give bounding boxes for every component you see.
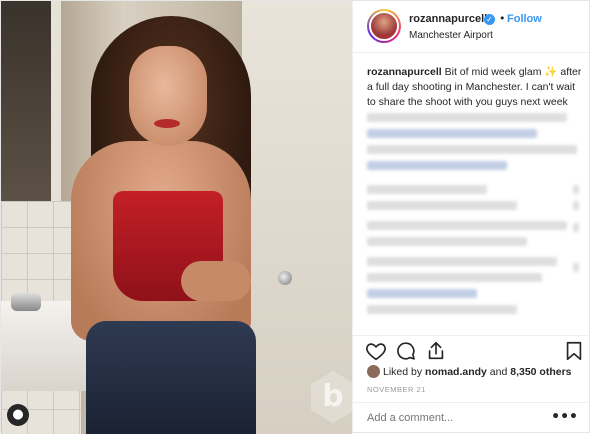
comment-icon[interactable] — [395, 340, 417, 362]
arm — [181, 261, 251, 301]
likes-middle: and — [486, 366, 511, 378]
jeans — [86, 321, 256, 434]
caption: rozannapurcell Bit of mid week glam ✨ af… — [367, 65, 585, 110]
heart-icon[interactable] — [365, 340, 387, 362]
post-header: rozannapurcell ✓ • Follow Manchester Air… — [353, 1, 590, 53]
door-knob — [278, 271, 292, 285]
avatar[interactable] — [367, 9, 401, 43]
user-tag-icon[interactable]: ● — [7, 404, 29, 426]
tap — [11, 293, 41, 311]
likes-line: Liked by nomad.andy and 8,350 others — [367, 365, 572, 378]
share-icon[interactable] — [425, 340, 447, 362]
instagram-post: ● b rozannapurcell ✓ • Follow Manchester… — [0, 0, 590, 434]
post-side-panel: rozannapurcell ✓ • Follow Manchester Air… — [352, 1, 590, 434]
liker-avatar[interactable] — [367, 365, 380, 378]
verified-badge-icon: ✓ — [484, 14, 495, 25]
location-link[interactable]: Manchester Airport — [409, 30, 493, 41]
comment-bar: ••• — [353, 402, 590, 434]
liker-username[interactable]: nomad.andy — [425, 366, 487, 378]
comment-input[interactable] — [367, 412, 547, 424]
more-options-icon[interactable]: ••• — [551, 409, 578, 425]
caption-username[interactable]: rozannapurcell — [367, 66, 442, 78]
action-bar — [353, 335, 590, 365]
lips — [154, 119, 180, 128]
separator-dot: • — [499, 12, 506, 25]
post-date[interactable]: NOVEMBER 21 — [367, 385, 426, 394]
window — [1, 1, 61, 201]
door — [242, 1, 352, 434]
likes-count[interactable]: 8,350 others — [510, 366, 571, 378]
username-link[interactable]: rozannapurcell — [409, 13, 487, 25]
follow-button[interactable]: Follow — [507, 13, 542, 25]
post-photo[interactable]: ● b — [1, 1, 352, 434]
face — [129, 46, 207, 146]
likes-prefix: Liked by — [383, 366, 426, 378]
bookmark-icon[interactable] — [563, 340, 585, 362]
